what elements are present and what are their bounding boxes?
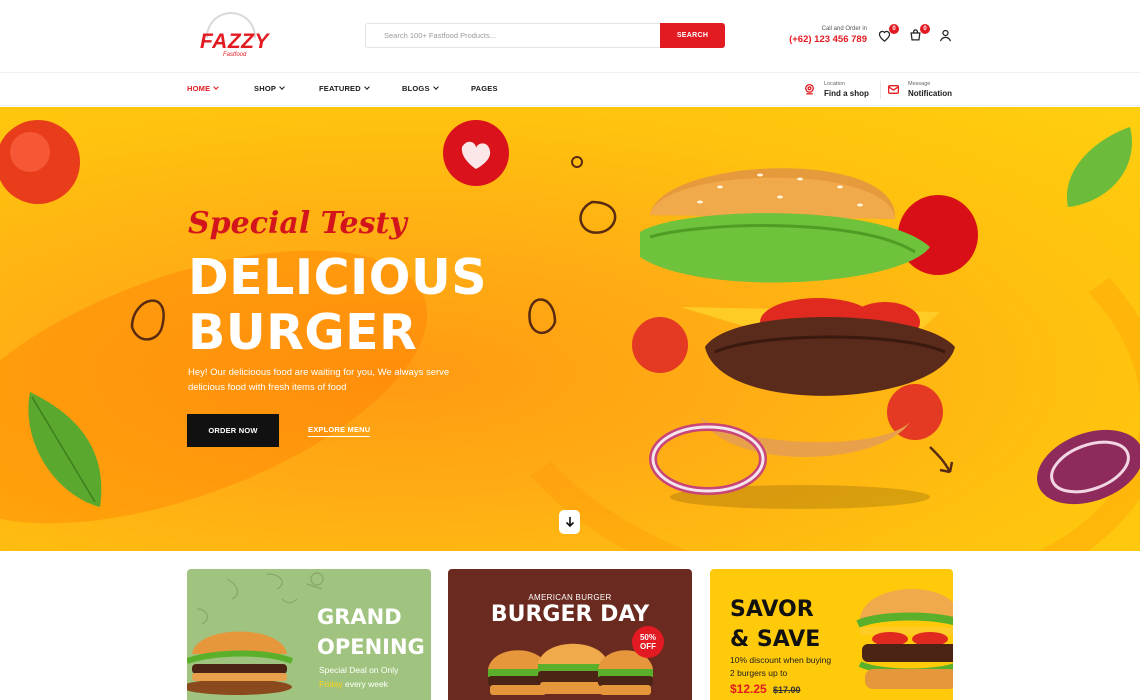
nav-label: SHOP [254, 84, 277, 93]
savor-price: $12.25 [730, 682, 767, 696]
call-label: Call and Order in [821, 26, 867, 32]
chevron-down-icon [213, 84, 220, 90]
arrow-down-icon [565, 517, 574, 528]
chevron-down-icon [279, 84, 285, 90]
nav-item-featured[interactable]: FEATURED [319, 84, 370, 93]
location-small-label: Location [824, 81, 845, 87]
hero-decoration-art [0, 120, 1140, 509]
main-nav: HOME SHOP FEATURED BLOGS PAGES Location … [0, 72, 1140, 106]
nav-label: HOME [187, 84, 211, 93]
grand-sub-highlight: Friday [319, 679, 343, 689]
find-shop-link[interactable]: Location Find a shop [803, 81, 869, 98]
hero-title-line2: BURGER [188, 304, 418, 361]
notification-link[interactable]: Message Notification [887, 81, 952, 98]
hero-description: Hey! Our delicioous food are waiting for… [188, 367, 450, 393]
savor-old-price: $17.00 [773, 685, 801, 695]
find-shop-text: Location Find a shop [824, 81, 869, 98]
nav-item-home[interactable]: HOME [187, 84, 220, 93]
search-bar: SEARCH [365, 23, 725, 48]
hero-tagline: Special Testy [188, 206, 407, 241]
grand-sub2: every week [342, 679, 388, 689]
order-now-button[interactable]: ORDER NOW [187, 414, 279, 447]
american-burger-label: AMERICAN BURGER [528, 593, 612, 602]
nav-divider [880, 81, 881, 99]
user-icon [939, 29, 952, 42]
cart-button[interactable]: 0 [908, 24, 930, 44]
promo-card-savor-save[interactable]: SAVOR & SAVE 10% discount when buying 2 … [710, 569, 953, 700]
badge-off: OFF [640, 642, 656, 651]
explore-menu-link[interactable]: EXPLORE MENU [308, 425, 371, 437]
burger-day-title: BURGER DAY [490, 602, 650, 627]
brand-logo[interactable]: FAZZY Fastfood [196, 10, 269, 62]
call-to-order: Call and Order in (+62) 123 456 789 [770, 26, 867, 45]
promo-card-burger-day[interactable]: AMERICAN BURGER BURGER DAY 50% OFF [448, 569, 692, 700]
search-input[interactable] [365, 23, 660, 48]
savor-line1: SAVOR [730, 597, 814, 622]
mail-icon [887, 85, 900, 95]
location-pin-icon [805, 84, 814, 95]
message-big-label: Notification [908, 88, 952, 98]
grand-sub1: Special Deal on Only [319, 665, 399, 675]
grand-opening-line1: GRAND [317, 605, 402, 629]
brand-name: FAZZY [200, 30, 269, 53]
discount-badge: 50% OFF [632, 626, 664, 658]
hero-title-line1: DELICIOUS [188, 249, 488, 306]
savor-desc1: 10% discount when buying [730, 655, 832, 665]
scroll-down-button[interactable] [559, 510, 580, 534]
wishlist-count-badge: 0 [889, 24, 899, 34]
cart-count-badge: 0 [920, 24, 930, 34]
phone-number[interactable]: (+62) 123 456 789 [770, 34, 867, 45]
hero-banner: Special Testy DELICIOUS BURGER Hey! Our … [0, 107, 1140, 551]
grand-opening-subtitle: Special Deal on Only Friday every week [319, 663, 398, 691]
savor-description: 10% discount when buying 2 burgers up to [730, 654, 831, 680]
savor-line2: & SAVE [730, 627, 821, 652]
search-button[interactable]: SEARCH [660, 23, 725, 48]
nav-item-blogs[interactable]: BLOGS [402, 84, 439, 93]
top-header: FAZZY Fastfood SEARCH Call and Order in … [0, 0, 1140, 72]
message-small-label: Message [908, 81, 931, 87]
nav-item-pages[interactable]: PAGES [471, 84, 498, 93]
nav-label: BLOGS [402, 84, 430, 93]
nav-item-shop[interactable]: SHOP [254, 84, 285, 93]
wishlist-button[interactable]: 0 [877, 24, 899, 44]
notification-text: Message Notification [908, 81, 952, 98]
savor-desc2: 2 burgers up to [730, 668, 788, 678]
chevron-down-icon [364, 84, 370, 90]
brand-tagline: Fastfood [223, 52, 247, 58]
nav-label: PAGES [471, 84, 498, 93]
badge-percent: 50% [639, 633, 656, 642]
grand-opening-line2: OPENING [317, 635, 425, 659]
chevron-down-icon [432, 84, 439, 90]
nav-label: FEATURED [319, 84, 361, 93]
location-big-label: Find a shop [824, 88, 869, 98]
account-button[interactable] [938, 28, 954, 44]
promo-card-grand-opening[interactable]: GRAND OPENING Special Deal on Only Frida… [187, 569, 431, 700]
